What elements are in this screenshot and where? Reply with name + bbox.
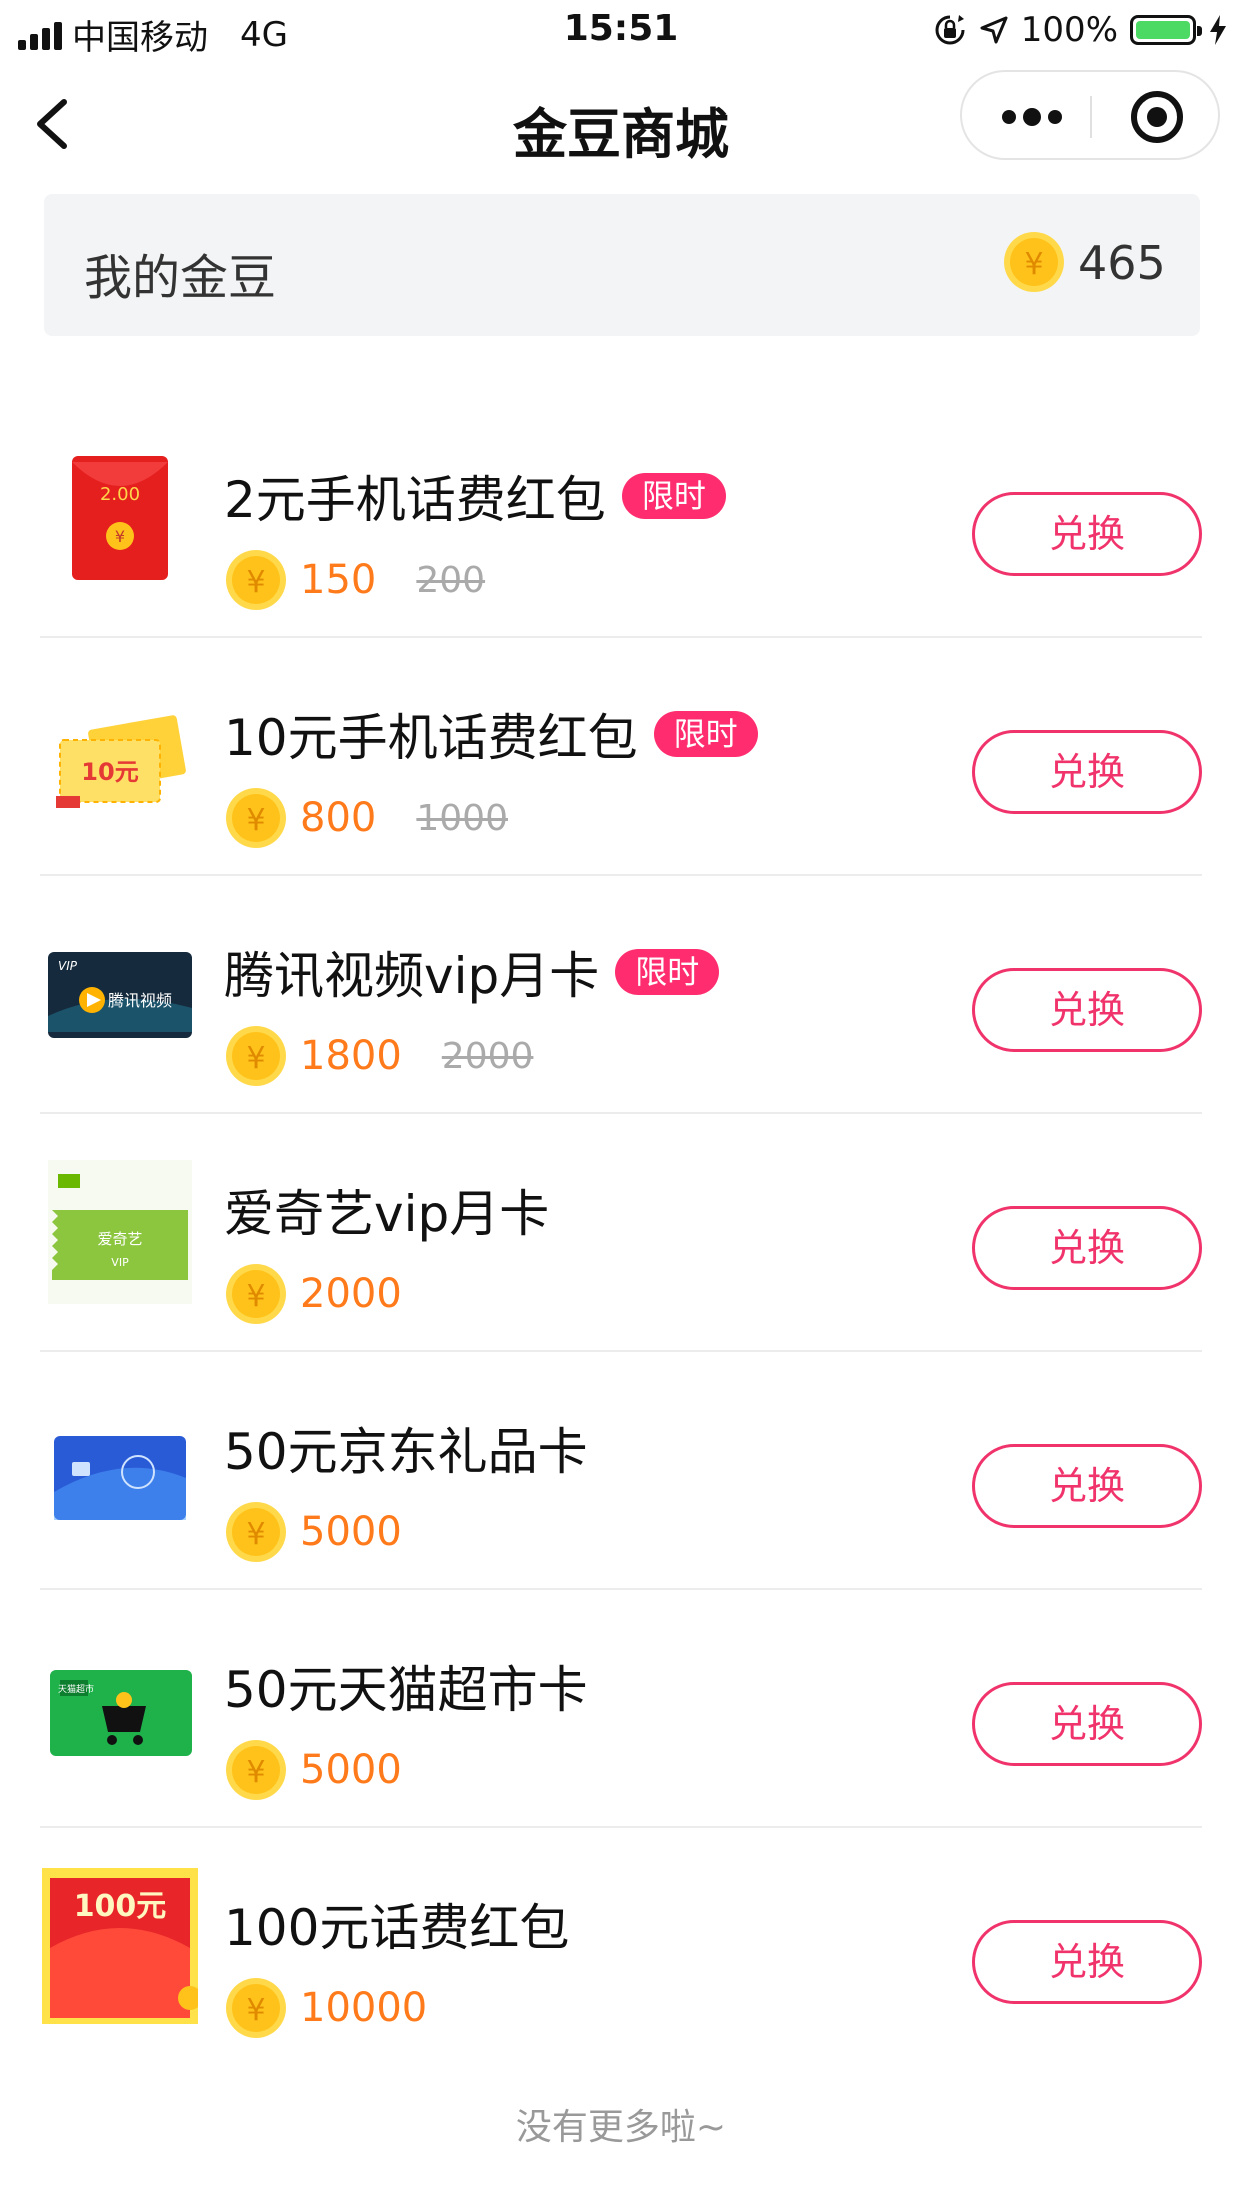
original-price: 200 [416,559,486,601]
more-dots-icon[interactable] [1000,104,1064,130]
gold-coin-icon: ¥ [226,1978,286,2038]
product-row[interactable]: 50元京东礼品卡 ¥ 5000 兑换 [40,1352,1202,1590]
price-row: ¥ 800 1000 [224,786,508,850]
orientation-lock-icon [935,15,965,45]
svg-text:10元: 10元 [81,758,138,786]
product-name-row: 爱奇艺vip月卡 [224,1174,549,1246]
original-price: 2000 [441,1035,534,1077]
battery-icon [1130,15,1202,45]
svg-text:爱奇艺: 爱奇艺 [97,1230,142,1248]
svg-text:¥: ¥ [246,1755,265,1790]
my-beans-label: 我的金豆 [84,250,277,306]
svg-text:2.00: 2.00 [100,484,140,505]
product-name-row: 2元手机话费红包 限时 [224,460,726,532]
exchange-button[interactable]: 兑换 [972,1920,1202,2004]
svg-text:VIP: VIP [58,959,78,973]
gold-coin-icon: ¥ [226,1740,286,1800]
svg-text:¥: ¥ [246,1041,265,1076]
exchange-button[interactable]: 兑换 [972,968,1202,1052]
product-thumbnail-red-envelope-100yuan: 100元 [42,1868,202,2024]
product-row[interactable]: 天猫超市 50元天猫超市卡 ¥ 5000 兑换 [40,1590,1202,1828]
product-thumbnail-yellow-coupons-10yuan: 10元 [42,678,198,834]
limited-time-badge: 限时 [615,949,720,995]
battery-fill [1136,21,1190,39]
price-row: ¥ 1800 2000 [224,1024,533,1088]
battery-percent: 100% [1020,10,1118,50]
price-row: ¥ 5000 [224,1500,402,1564]
original-price: 1000 [416,797,508,839]
product-name: 爱奇艺vip月卡 [224,1185,550,1243]
gold-coin-icon: ¥ [226,1264,286,1324]
mini-program-capsule [960,70,1220,160]
svg-text:VIP: VIP [111,1256,129,1269]
gold-coin-icon: ¥ [1004,232,1064,292]
product-row[interactable]: 10元 10元手机话费红包 限时 ¥ 800 1000 兑换 [40,638,1202,876]
price-row: ¥ 5000 [224,1738,402,1802]
product-row[interactable]: 爱奇艺 VIP 爱奇艺vip月卡 ¥ 2000 兑换 [40,1114,1202,1352]
beans-balance: 465 [1078,236,1166,290]
svg-text:¥: ¥ [246,1993,265,2028]
exchange-button[interactable]: 兑换 [972,730,1202,814]
product-list: 2.00 ¥ 2元手机话费红包 限时 ¥ 150 200 兑换 10元 10元手机话… [40,400,1202,2066]
svg-text:¥: ¥ [246,565,265,600]
product-name: 100元话费红包 [224,1899,570,1957]
bean-price: 10000 [300,1985,428,2031]
gold-coin-icon: ¥ [226,788,286,848]
product-thumbnail-iqiyi-card: 爱奇艺 VIP [42,1154,198,1310]
limited-time-badge: 限时 [621,473,726,519]
product-row[interactable]: 2.00 ¥ 2元手机话费红包 限时 ¥ 150 200 兑换 [40,400,1202,638]
bean-price: 2000 [300,1271,402,1317]
product-row[interactable]: VIP 腾讯视频 腾讯视频vip月卡 限时 ¥ 1800 2000 兑换 [40,876,1202,1114]
product-name-row: 10元手机话费红包 限时 [224,698,758,770]
gold-coin-icon: ¥ [226,1502,286,1562]
product-name: 50元京东礼品卡 [224,1423,588,1481]
bean-price: 800 [300,795,377,841]
product-row[interactable]: 100元 100元话费红包 ¥ 10000 兑换 [40,1828,1202,2066]
svg-text:天猫超市: 天猫超市 [58,1683,94,1695]
bean-price: 1800 [300,1033,402,1079]
bean-price: 150 [300,557,377,603]
gold-coin-icon: ¥ [226,1026,286,1086]
product-name: 腾讯视频vip月卡 [224,947,600,1005]
location-arrow-icon [980,16,1008,44]
status-right: 100% [933,10,1228,50]
product-thumbnail-jd-gift-card [42,1392,198,1548]
product-thumbnail-tencent-video-card: VIP 腾讯视频 [42,916,198,1072]
svg-text:¥: ¥ [246,1279,265,1314]
my-beans-panel: 我的金豆 ¥ 465 [44,194,1200,336]
product-name-row: 100元话费红包 [224,1888,569,1960]
exchange-button[interactable]: 兑换 [972,1444,1202,1528]
svg-text:¥: ¥ [246,803,265,838]
product-name-row: 50元京东礼品卡 [224,1412,588,1484]
exchange-button[interactable]: 兑换 [972,1682,1202,1766]
capsule-divider [1090,96,1092,138]
price-row: ¥ 150 200 [224,548,485,612]
exchange-button[interactable]: 兑换 [972,492,1202,576]
bean-price: 5000 [300,1509,402,1555]
close-target-icon[interactable] [1130,90,1184,144]
no-more-footer: 没有更多啦~ [515,2107,727,2148]
product-name-row: 腾讯视频vip月卡 限时 [224,936,720,1008]
exchange-button[interactable]: 兑换 [972,1206,1202,1290]
limited-time-badge: 限时 [653,711,758,757]
navigation-bar: 金豆商城 [0,64,1242,182]
bean-price: 5000 [300,1747,402,1793]
svg-text:¥: ¥ [115,527,125,546]
svg-text:¥: ¥ [1024,247,1043,282]
product-name-row: 50元天猫超市卡 [224,1650,588,1722]
svg-text:100元: 100元 [74,1889,167,1924]
status-bar: 中国移动 4G 15:51 100% [0,0,1242,60]
product-name: 2元手机话费红包 [224,471,606,529]
product-thumbnail-tmall-supermarket-card: 天猫超市 [42,1630,198,1786]
charging-bolt-icon [1210,15,1226,45]
product-name: 10元手机话费红包 [224,709,638,767]
price-row: ¥ 2000 [224,1262,402,1326]
svg-text:腾讯视频: 腾讯视频 [108,991,172,1010]
svg-text:¥: ¥ [246,1517,265,1552]
product-thumbnail-red-envelope-2yuan: 2.00 ¥ [42,440,198,596]
price-row: ¥ 10000 [224,1976,427,2040]
gold-coin-icon: ¥ [226,550,286,610]
product-name: 50元天猫超市卡 [224,1661,588,1719]
